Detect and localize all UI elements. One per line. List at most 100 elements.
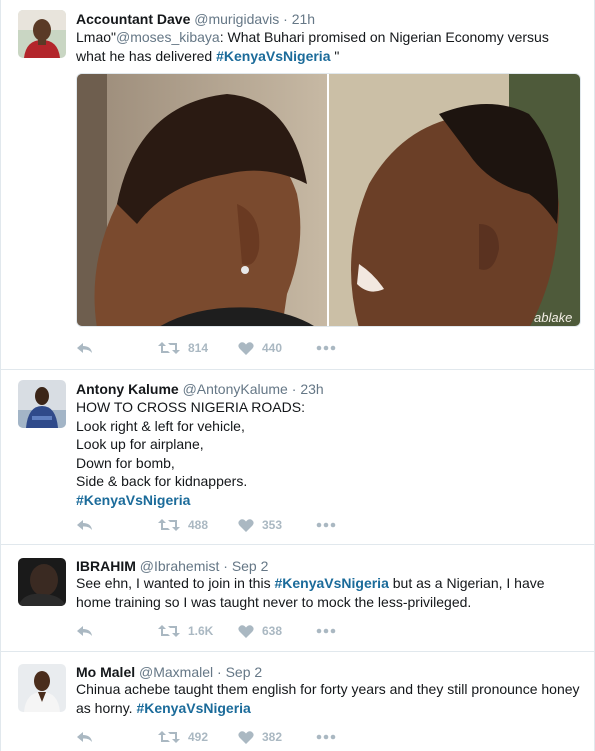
text-segment: what he has delivered xyxy=(76,47,217,64)
user-handle[interactable]: @Ibrahemist xyxy=(140,558,220,574)
more-button[interactable] xyxy=(316,734,336,740)
avatar[interactable] xyxy=(18,664,66,712)
text-segment: See ehn, I wanted to join in this xyxy=(76,575,275,591)
tweet-actions: 1.6K 638 xyxy=(76,621,336,641)
display-name[interactable]: IBRAHIM xyxy=(76,558,136,574)
tweet-text-line: what he has delivered #KenyaVsNigeria " xyxy=(76,47,581,66)
tweet-text-line: Look up for airplane, xyxy=(76,436,204,452)
timestamp[interactable]: 23h xyxy=(300,381,323,397)
timestamp[interactable]: Sep 2 xyxy=(232,558,269,574)
tweet-text: HOW TO CROSS NIGERIA ROADS: Look right &… xyxy=(76,398,581,509)
user-handle[interactable]: @AntonyKalume xyxy=(183,381,288,397)
text-segment: as horny. xyxy=(76,699,137,716)
retweet-icon xyxy=(158,731,180,743)
tweet-header: Antony Kalume @AntonyKalume · 23h xyxy=(76,380,324,398)
tweet-actions: 814 440 xyxy=(76,338,336,358)
retweet-icon xyxy=(158,625,180,637)
reply-icon xyxy=(77,343,92,353)
hashtag-link[interactable]: #KenyaVsNigeria xyxy=(216,48,330,64)
retweet-button[interactable]: 488 xyxy=(158,517,238,533)
hashtag-link[interactable]: #KenyaVsNigeria xyxy=(76,492,190,508)
separator-dot: · xyxy=(223,558,228,574)
tweet-text-line: See ehn, I wanted to join in this #Kenya… xyxy=(76,574,581,593)
more-icon xyxy=(316,734,336,740)
like-count: 353 xyxy=(262,518,283,532)
like-icon xyxy=(238,624,254,638)
tweet-actions: 492 382 xyxy=(76,727,336,747)
media-photo-right: ablake xyxy=(329,74,580,326)
display-name[interactable]: Antony Kalume xyxy=(76,381,179,397)
tweet-text-line: Chinua achebe taught them english for fo… xyxy=(76,681,580,697)
retweet-button[interactable]: 492 xyxy=(158,729,238,745)
timestamp[interactable]: Sep 2 xyxy=(226,664,263,680)
more-icon xyxy=(316,628,336,634)
like-icon xyxy=(238,518,254,532)
text-segment: but as a Nigerian, I have xyxy=(388,575,545,591)
like-icon xyxy=(238,730,254,744)
avatar-image xyxy=(18,558,66,606)
tweet-text: Lmao"@moses_kibaya: What Buhari promised… xyxy=(76,28,581,65)
reply-button[interactable] xyxy=(76,517,158,533)
avatar-image xyxy=(18,380,66,428)
more-icon xyxy=(316,522,336,528)
tweet-header: Accountant Dave @murigidavis · 21h xyxy=(76,10,315,28)
reply-icon xyxy=(77,626,92,636)
tweet-text-line: Side & back for kidnappers. xyxy=(76,473,248,489)
like-button[interactable]: 353 xyxy=(238,518,316,533)
tweet-text: See ehn, I wanted to join in this #Kenya… xyxy=(76,574,581,611)
tweet-text: Chinua achebe taught them english for fo… xyxy=(76,680,581,717)
retweet-icon xyxy=(158,342,180,354)
avatar[interactable] xyxy=(18,380,66,428)
tweet-header: IBRAHIM @Ibrahemist · Sep 2 xyxy=(76,557,268,575)
like-button[interactable]: 382 xyxy=(238,730,316,745)
text-segment: Lmao" xyxy=(76,29,116,45)
avatar[interactable] xyxy=(18,10,66,58)
media-photo-left xyxy=(77,74,327,326)
separator-dot: · xyxy=(217,664,222,680)
tweet-text-line: as horny. #KenyaVsNigeria xyxy=(76,699,581,718)
retweet-count: 1.6K xyxy=(188,624,214,638)
tweet-header: Mo Malel @Maxmalel · Sep 2 xyxy=(76,663,262,681)
retweet-icon xyxy=(158,519,180,531)
hashtag-link[interactable]: #KenyaVsNigeria xyxy=(136,700,250,716)
separator-dot: · xyxy=(283,11,288,27)
tweet-text-line: HOW TO CROSS NIGERIA ROADS: xyxy=(76,399,305,415)
user-handle[interactable]: @murigidavis xyxy=(194,11,279,27)
retweet-button[interactable]: 814 xyxy=(158,340,238,356)
like-count: 440 xyxy=(262,341,283,355)
display-name[interactable]: Accountant Dave xyxy=(76,11,190,27)
user-handle[interactable]: @Maxmalel xyxy=(139,664,213,680)
retweet-count: 814 xyxy=(188,341,209,355)
avatar[interactable] xyxy=(18,558,66,606)
tweet-text-line: home training so I was taught never to m… xyxy=(76,593,472,610)
text-segment: : What Buhari promised on Nigerian Econo… xyxy=(219,29,549,45)
like-button[interactable]: 440 xyxy=(238,341,316,356)
reply-button[interactable] xyxy=(76,729,158,745)
tweet-media[interactable]: ablake xyxy=(76,73,581,327)
retweet-button[interactable]: 1.6K xyxy=(158,623,238,639)
reply-icon xyxy=(77,732,92,742)
reply-button[interactable] xyxy=(76,340,158,356)
more-button[interactable] xyxy=(316,345,336,351)
avatar-image xyxy=(18,664,66,712)
like-count: 382 xyxy=(262,730,283,744)
tweet-text-line: Look right & left for vehicle, xyxy=(76,417,245,434)
retweet-count: 488 xyxy=(188,518,209,532)
separator-dot: · xyxy=(291,381,297,397)
reply-button[interactable] xyxy=(76,623,158,639)
tweet-text-line: Down for bomb, xyxy=(76,454,175,471)
tweet-feed: Accountant Dave @murigidavis · 21h Lmao"… xyxy=(0,0,595,751)
tweet-actions: 488 353 xyxy=(76,515,336,535)
tweet[interactable]: Mo Malel @Maxmalel · Sep 2 Chinua achebe… xyxy=(1,652,595,751)
text-segment: " xyxy=(330,47,340,64)
tweet[interactable]: IBRAHIM @Ibrahemist · Sep 2 See ehn, I w… xyxy=(1,545,595,652)
tweet[interactable]: Accountant Dave @murigidavis · 21h Lmao"… xyxy=(1,0,595,370)
display-name[interactable]: Mo Malel xyxy=(76,664,135,680)
more-button[interactable] xyxy=(316,522,336,528)
hashtag-link[interactable]: #KenyaVsNigeria xyxy=(274,575,388,591)
tweet[interactable]: Antony Kalume @AntonyKalume · 23h HOW TO… xyxy=(1,370,595,545)
more-button[interactable] xyxy=(316,628,336,634)
like-button[interactable]: 638 xyxy=(238,624,316,639)
timestamp[interactable]: 21h xyxy=(292,11,315,27)
mention-link[interactable]: @moses_kibaya xyxy=(116,29,220,45)
